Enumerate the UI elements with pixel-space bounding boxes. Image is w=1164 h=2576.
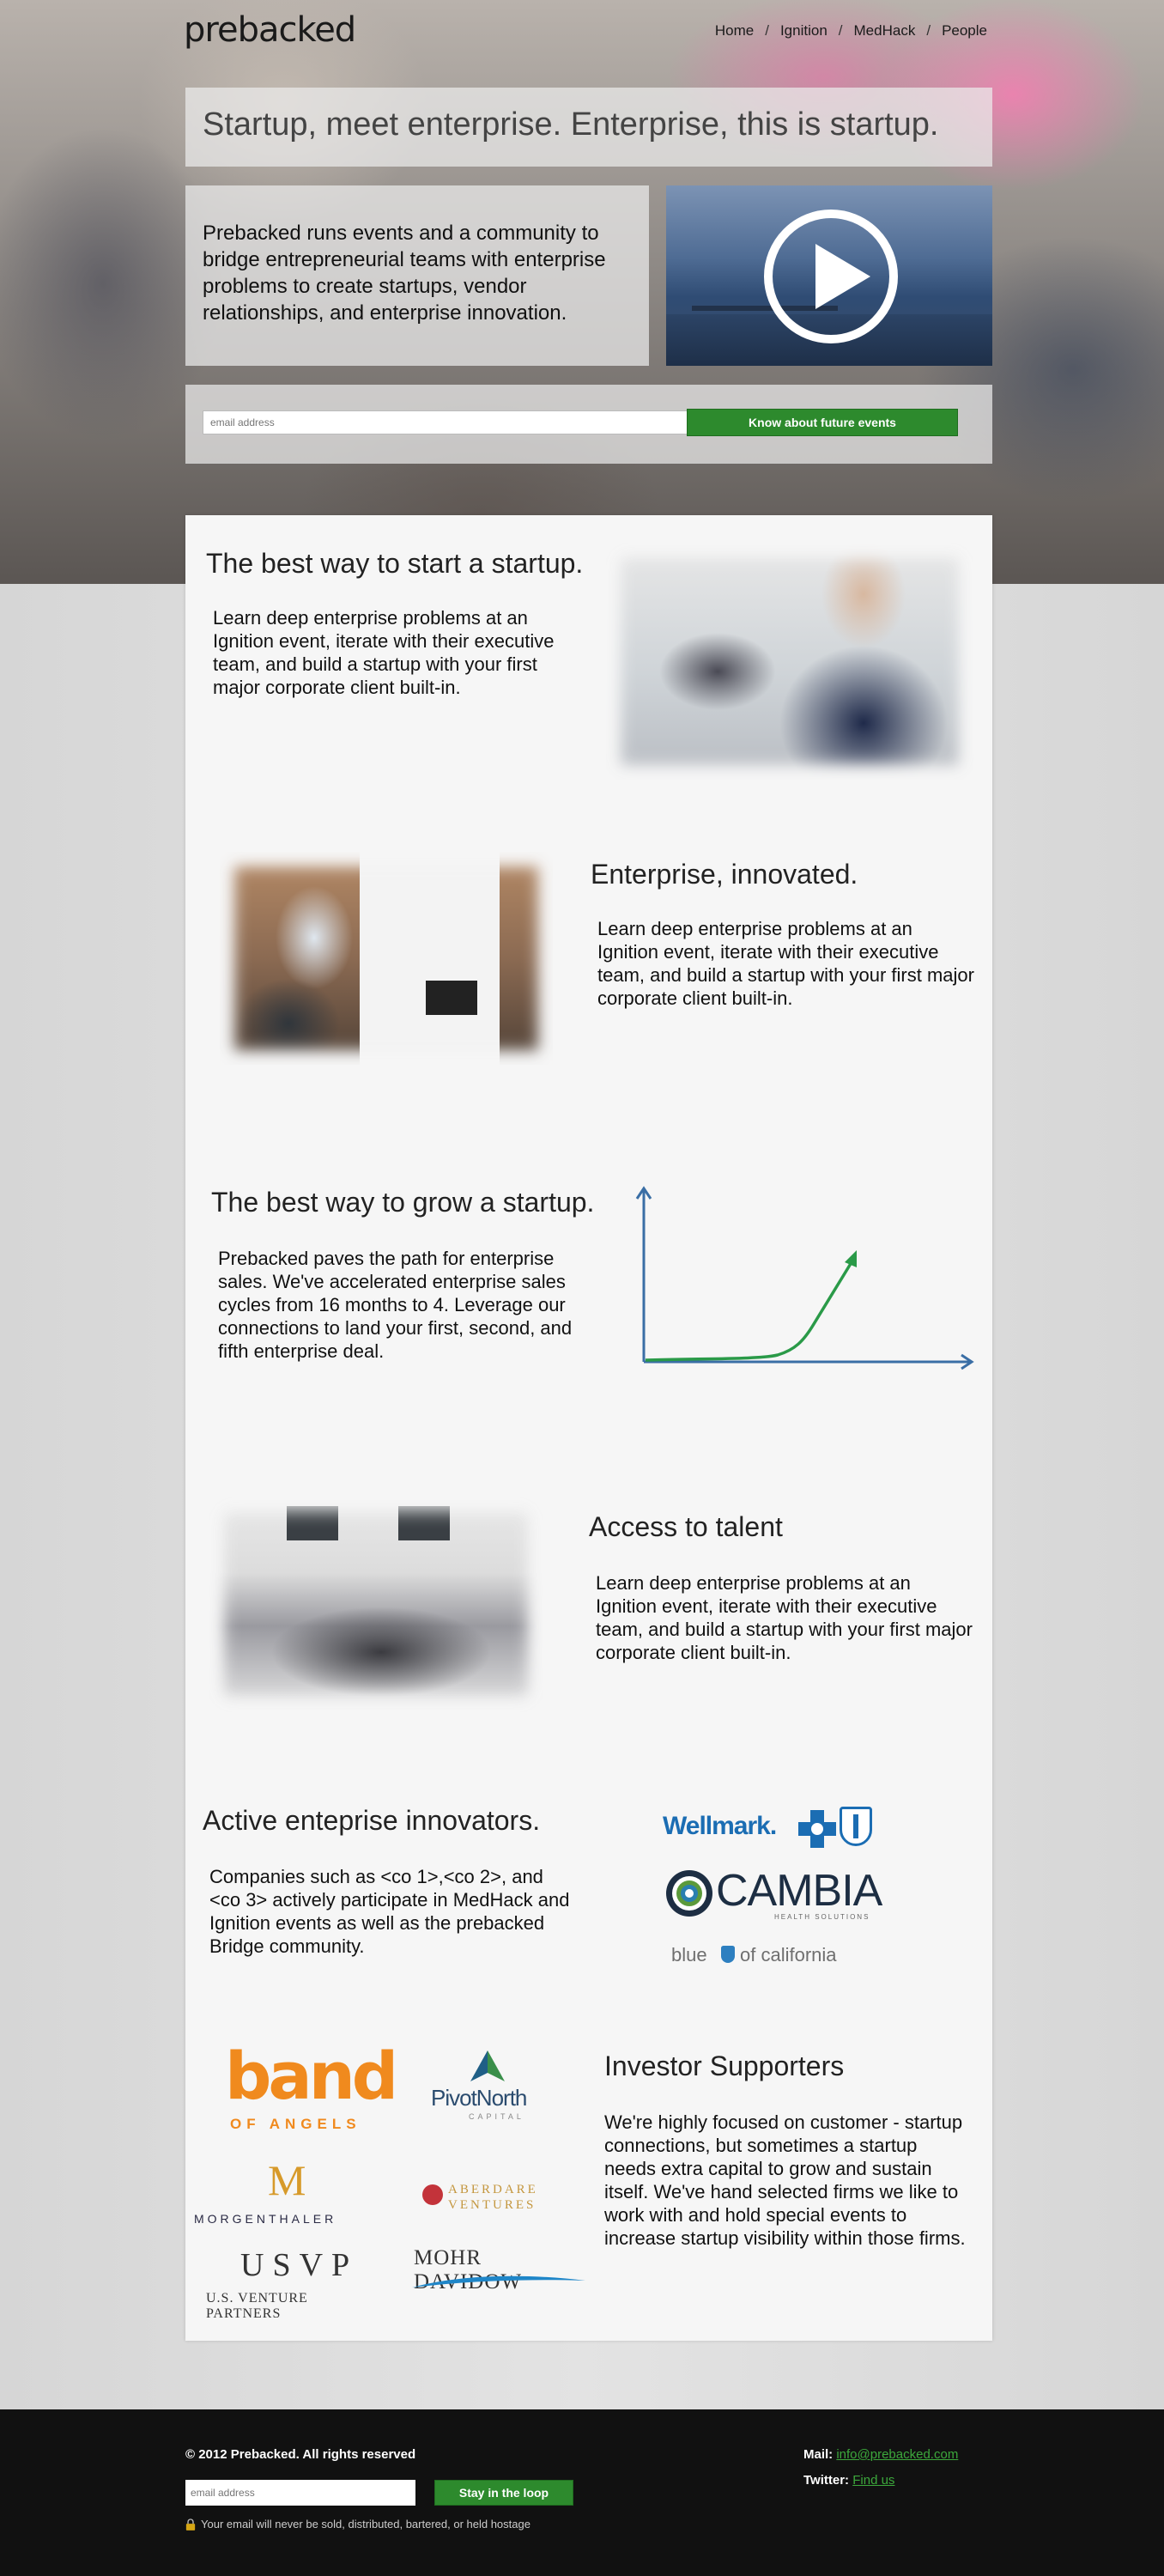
section-text-grow: Prebacked paves the path for enterprise … — [218, 1248, 573, 1362]
signup-panel: Know about future events — [185, 385, 992, 464]
pivotnorth-logo: PivotNorth CAPITAL — [431, 2050, 551, 2128]
chart-growth-line — [645, 1261, 853, 1362]
blue-shield-california-logo: blue of california — [671, 1944, 837, 1965]
section-title-innovators: Active enteprise innovators. — [203, 1805, 541, 1836]
mail-label: Mail: — [803, 2447, 834, 2462]
chart-growth-arrowhead — [845, 1250, 857, 1267]
blue-shield-icon — [840, 1807, 872, 1846]
nav-people[interactable]: People — [942, 22, 987, 39]
section-title-investors: Investor Supporters — [604, 2050, 845, 2081]
section-title-talent: Access to talent — [589, 1511, 783, 1542]
wellmark-logo: Wellmark. — [663, 1803, 886, 1851]
section-text-investors: We're highly focused on customer - start… — [604, 2111, 966, 2249]
privacy-note: Your email will never be sold, distribut… — [185, 2518, 530, 2530]
footer: © 2012 Prebacked. All rights reserved St… — [0, 2409, 1164, 2576]
morgenthaler-logo: M MORGENTHALER — [194, 2156, 337, 2226]
twitter-link[interactable]: Find us — [852, 2473, 894, 2488]
shield-icon — [721, 1946, 735, 1963]
page-title: Startup, meet enterprise. Enterprise, th… — [203, 106, 939, 143]
footer-email-input[interactable] — [185, 2480, 415, 2506]
twitter-label: Twitter: — [803, 2473, 850, 2488]
nav-separator: / — [926, 22, 931, 39]
cambia-logo: CAMBIA HEALTH SOLUTIONS — [664, 1865, 882, 1923]
section-title-grow: The best way to grow a startup. — [211, 1187, 595, 1218]
nav-separator: / — [765, 22, 769, 39]
nav-separator: / — [838, 22, 843, 39]
blue-cross-icon — [798, 1810, 836, 1848]
section-text-talent: Learn deep enterprise problems at an Ign… — [596, 1572, 973, 1663]
photo-whiteboard-team — [220, 852, 553, 1065]
copyright-text: © 2012 Prebacked. All rights reserved — [185, 2447, 416, 2462]
content-card: The best way to start a startup. Learn d… — [185, 515, 992, 2341]
cambia-mark-icon — [666, 1870, 712, 1917]
nav-home[interactable]: Home — [715, 22, 754, 39]
growth-chart-illustration — [635, 1186, 974, 1370]
section-text-innovators: Companies such as <co 1>,<co 2>, and <co… — [209, 1866, 570, 1957]
band-of-angels-logo: band OF ANGELS — [225, 2038, 398, 2133]
intro-text: Prebacked runs events and a community to… — [203, 222, 606, 325]
nav-ignition[interactable]: Ignition — [780, 22, 828, 39]
mail-link[interactable]: info@prebacked.com — [836, 2447, 958, 2462]
intro-video[interactable] — [666, 185, 992, 366]
main-nav: Home / Ignition / MedHack / People — [715, 22, 987, 39]
mohr-davidow-logo: MOHR DAVIDOW — [410, 2246, 591, 2298]
aberdare-mark-icon — [422, 2184, 443, 2205]
nav-medhack[interactable]: MedHack — [854, 22, 916, 39]
photo-classroom-event — [209, 1498, 543, 1712]
play-icon[interactable] — [764, 210, 898, 343]
site-logo[interactable]: prebacked — [184, 10, 356, 50]
pivotnorth-mark-icon — [470, 2050, 505, 2081]
intro-panel: Prebacked runs events and a community to… — [185, 185, 649, 366]
stay-in-loop-button[interactable]: Stay in the loop — [434, 2480, 573, 2506]
usvp-logo: USVP U.S. VENTURE PARTNERS — [206, 2247, 359, 2321]
mohr-davidow-wave-icon — [412, 2275, 585, 2287]
section-title-innovated: Enterprise, innovated. — [591, 859, 858, 890]
section-title-start: The best way to start a startup. — [206, 548, 584, 579]
contact-mail: Mail: info@prebacked.com — [803, 2447, 958, 2462]
photo-startup-founder — [606, 543, 973, 780]
headline-panel: Startup, meet enterprise. Enterprise, th… — [185, 88, 992, 167]
privacy-note-text: Your email will never be sold, distribut… — [201, 2518, 530, 2530]
contact-twitter: Twitter: Find us — [803, 2473, 894, 2488]
lock-icon — [185, 2518, 196, 2530]
future-events-button[interactable]: Know about future events — [687, 409, 958, 436]
aberdare-ventures-logo: ABERDARE VENTURES — [422, 2181, 560, 2215]
section-text-start: Learn deep enterprise problems at an Ign… — [213, 607, 555, 698]
section-text-innovated: Learn deep enterprise problems at an Ign… — [597, 918, 974, 1009]
